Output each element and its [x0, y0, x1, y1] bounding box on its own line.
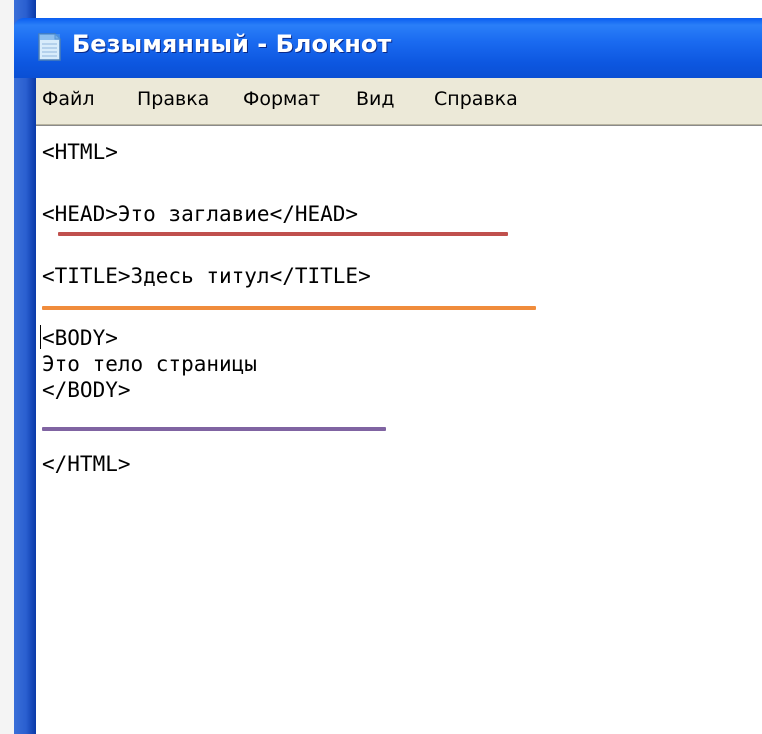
code-line-head: <HEAD>Это заглавие</HEAD> [42, 202, 359, 226]
menu-view[interactable]: Вид [356, 88, 395, 110]
menu-edit[interactable]: Правка [137, 88, 209, 110]
body-underline [42, 427, 386, 431]
menu-bar: Файл Правка Формат Вид Справка [36, 78, 762, 125]
code-line-title: <TITLE>Здесь титул</TITLE> [42, 264, 371, 288]
code-line-body-text: Это тело страницы [42, 352, 257, 376]
text-caret [40, 325, 41, 349]
code-line-body-open: <BODY> [42, 326, 118, 350]
window-title: Безымянный - Блокнот [72, 30, 392, 58]
title-bar[interactable]: Безымянный - Блокнот [14, 18, 762, 78]
menu-file[interactable]: Файл [42, 88, 95, 110]
code-line-html-close: </HTML> [42, 452, 131, 476]
menu-format[interactable]: Формат [243, 88, 320, 110]
notepad-window: Безымянный - Блокнот Файл Правка Формат … [0, 0, 762, 734]
head-underline [58, 232, 508, 236]
code-line-html-open: <HTML> [42, 140, 118, 164]
notepad-icon [36, 32, 62, 62]
title-underline [42, 306, 536, 310]
code-line-body-close: </BODY> [42, 378, 131, 402]
window-frame-left [0, 0, 36, 734]
text-editor[interactable]: <HTML> <HEAD>Это заглавие</HEAD> <TITLE>… [36, 125, 762, 734]
menu-help[interactable]: Справка [434, 88, 518, 110]
